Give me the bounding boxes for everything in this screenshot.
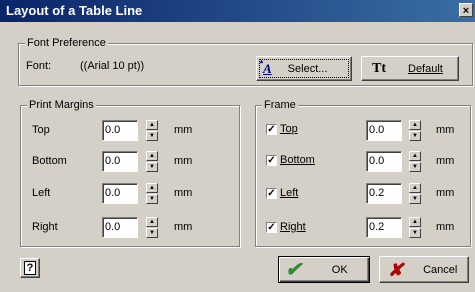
frame-right-input[interactable]: 0.2 [366,217,402,238]
frame-left-checkbox[interactable]: ✓ [266,188,277,199]
select-label: Select... [287,62,328,75]
spin-up-icon[interactable]: ▲ [146,151,158,161]
cancel-x-icon: ✘ [388,259,404,280]
spin-down-icon[interactable]: ▼ [409,131,421,141]
spin-down-icon[interactable]: ▼ [146,194,158,204]
margin-left-unit: mm [174,187,193,199]
ok-label: OK [331,263,348,276]
frame-left-unit: mm [436,187,455,199]
frame-top-unit: mm [436,124,455,136]
window-title: Layout of a Table Line [6,3,143,18]
font-value: ((Arial 10 pt)) [80,60,145,72]
margin-bottom-unit: mm [174,155,193,167]
font-preference-legend: Font Preference [25,37,108,50]
frame-right-unit: mm [436,221,455,233]
frame-left-spinner[interactable]: ▲ ▼ [409,183,421,204]
spin-up-icon[interactable]: ▲ [146,120,158,130]
font-a-icon: ▴ A [260,58,272,76]
spin-down-icon[interactable]: ▼ [146,162,158,172]
margin-top-spinner[interactable]: ▲ ▼ [146,120,158,141]
margin-right-input[interactable]: 0.0 [102,217,138,238]
frame-left-input[interactable]: 0.2 [366,183,402,204]
help-button[interactable]: ? [20,258,40,278]
margin-right-unit: mm [174,221,193,233]
frame-bottom-input[interactable]: 0.0 [366,151,402,172]
margin-bottom-label: Bottom [32,155,67,167]
frame-right-checkbox[interactable]: ✓ [266,222,277,233]
default-label: Default [408,62,443,75]
help-icon: ? [24,261,36,275]
frame-legend: Frame [262,99,298,112]
frame-top-checkbox[interactable]: ✓ [266,124,277,135]
spin-down-icon[interactable]: ▼ [409,228,421,238]
spin-up-icon[interactable]: ▲ [409,183,421,193]
print-margins-legend: Print Margins [27,99,96,112]
spin-down-icon[interactable]: ▼ [409,194,421,204]
check-icon: ✔ [285,258,302,281]
text-style-icon: Tt [372,60,386,76]
margin-left-label: Left [32,187,51,199]
select-font-button[interactable]: ▴ A Select... [256,56,352,81]
font-label: Font: [26,60,52,72]
margin-right-spinner[interactable]: ▲ ▼ [146,217,158,238]
spin-down-icon[interactable]: ▼ [409,162,421,172]
spin-up-icon[interactable]: ▲ [409,120,421,130]
frame-top-label[interactable]: Top [280,123,298,136]
margin-top-label: Top [32,124,50,136]
margin-top-unit: mm [174,124,193,136]
frame-bottom-unit: mm [436,155,455,167]
margin-left-spinner[interactable]: ▲ ▼ [146,183,158,204]
frame-top-input[interactable]: 0.0 [366,120,402,141]
spin-up-icon[interactable]: ▲ [146,183,158,193]
frame-right-label[interactable]: Right [280,221,306,234]
spin-up-icon[interactable]: ▲ [146,217,158,227]
frame-bottom-label[interactable]: Bottom [280,154,315,167]
frame-top-spinner[interactable]: ▲ ▼ [409,120,421,141]
spin-up-icon[interactable]: ▲ [409,217,421,227]
frame-bottom-spinner[interactable]: ▲ ▼ [409,151,421,172]
spin-down-icon[interactable]: ▼ [146,228,158,238]
margin-top-input[interactable]: 0.0 [102,120,138,141]
margin-right-label: Right [32,221,58,233]
frame-bottom-checkbox[interactable]: ✓ [266,155,277,166]
cancel-label: Cancel [423,263,458,276]
margin-left-input[interactable]: 0.0 [102,183,138,204]
layout-dialog: Layout of a Table Line × Font Preference… [0,0,475,292]
close-button[interactable]: × [459,3,473,17]
margin-bottom-input[interactable]: 0.0 [102,151,138,172]
margin-bottom-spinner[interactable]: ▲ ▼ [146,151,158,172]
cancel-button[interactable]: ✘ Cancel [379,256,469,283]
spin-down-icon[interactable]: ▼ [146,131,158,141]
frame-left-label[interactable]: Left [280,187,298,200]
default-font-button[interactable]: Tt Default [361,56,459,81]
ok-button[interactable]: ✔ OK [278,256,370,283]
spin-up-icon[interactable]: ▲ [409,151,421,161]
close-icon: × [462,5,470,17]
frame-right-spinner[interactable]: ▲ ▼ [409,217,421,238]
title-bar: Layout of a Table Line × [0,0,475,22]
